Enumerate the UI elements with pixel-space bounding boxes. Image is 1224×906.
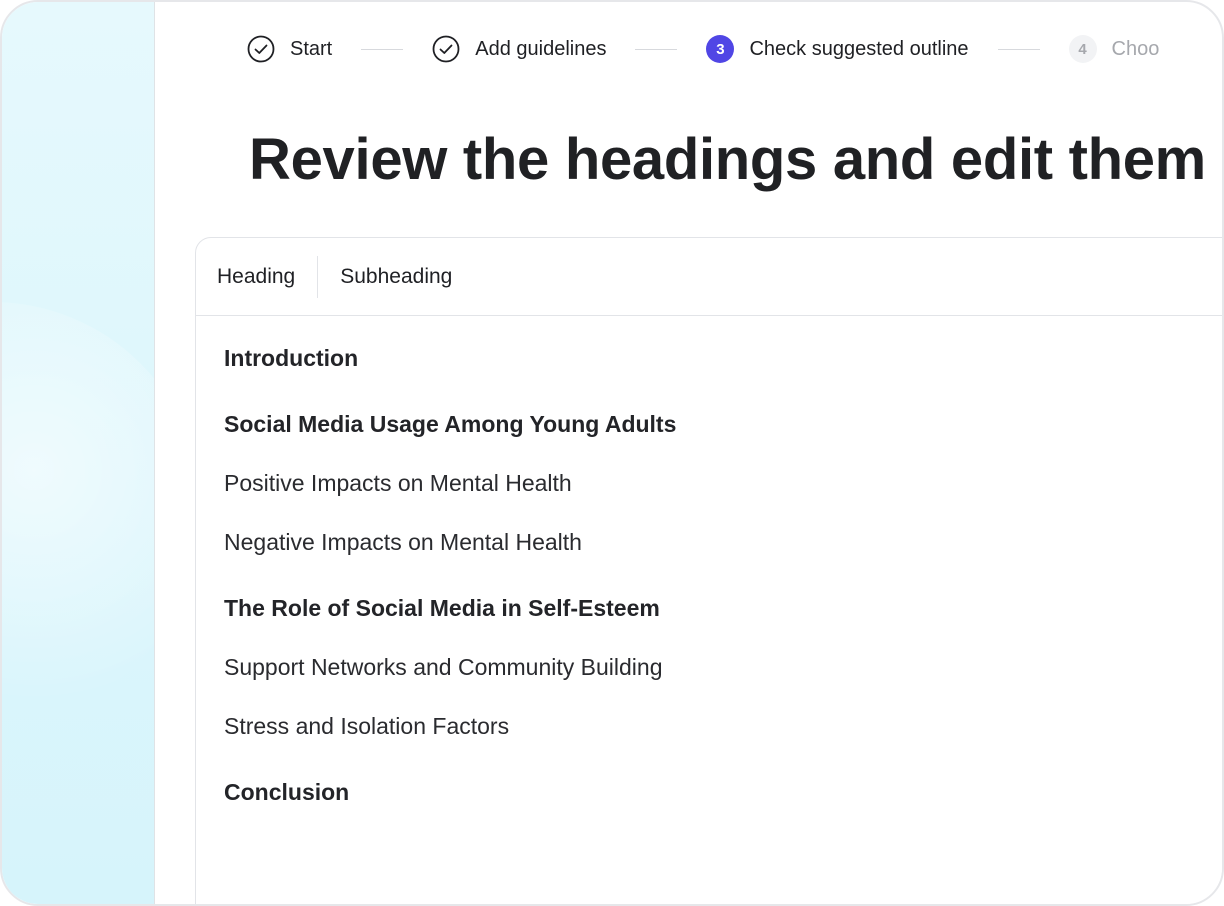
step-number-badge: 3 — [706, 35, 735, 63]
step-label: Choo — [1111, 37, 1160, 60]
decorative-gradient — [2, 302, 154, 722]
main-content: Start Add guidelines 3 Check suggested o… — [155, 2, 1222, 904]
side-panel — [2, 2, 155, 904]
toolbar-divider — [317, 255, 319, 298]
heading-button[interactable]: Heading — [217, 265, 295, 289]
outline-subheading[interactable]: Support Networks and Community Building — [224, 654, 662, 681]
page-title: Review the headings and edit them — [249, 127, 1206, 192]
step-start[interactable]: Start — [247, 35, 332, 63]
step-add-guidelines[interactable]: Add guidelines — [432, 35, 606, 63]
step-choose[interactable]: 4 Choo — [1068, 35, 1160, 63]
outline-heading[interactable]: The Role of Social Media in Self-Esteem — [224, 595, 660, 622]
step-connector — [361, 48, 404, 50]
step-check-outline[interactable]: 3 Check suggested outline — [706, 35, 969, 63]
step-label: Add guidelines — [475, 37, 607, 60]
step-connector — [997, 48, 1040, 50]
outline-subheading[interactable]: Stress and Isolation Factors — [224, 713, 509, 740]
outline-heading[interactable]: Conclusion — [224, 779, 349, 806]
outline-heading[interactable]: Social Media Usage Among Young Adults — [224, 411, 676, 438]
step-number-badge: 4 — [1068, 35, 1097, 63]
outline-heading[interactable]: Introduction — [224, 345, 358, 372]
progress-stepper: Start Add guidelines 3 Check suggested o… — [247, 35, 1159, 63]
step-connector — [635, 48, 678, 50]
step-label: Start — [290, 37, 333, 60]
check-circle-icon — [247, 35, 275, 63]
subheading-button[interactable]: Subheading — [340, 265, 452, 289]
outline-editor: Heading Subheading Introduction Social M… — [195, 237, 1222, 904]
outline-subheading[interactable]: Negative Impacts on Mental Health — [224, 529, 582, 556]
app-window: Start Add guidelines 3 Check suggested o… — [0, 0, 1224, 906]
editor-toolbar: Heading Subheading — [196, 238, 1222, 316]
outline-subheading[interactable]: Positive Impacts on Mental Health — [224, 470, 572, 497]
step-label: Check suggested outline — [749, 37, 969, 60]
check-circle-icon — [432, 35, 460, 63]
